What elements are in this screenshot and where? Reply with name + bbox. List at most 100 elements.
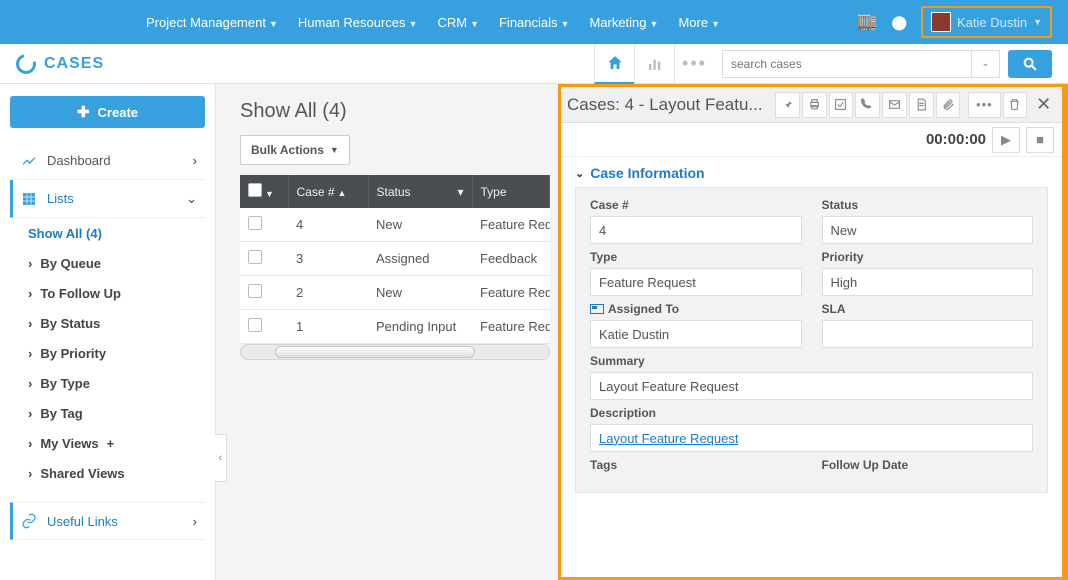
label-summary: Summary — [590, 354, 1033, 368]
sidebar-lists[interactable]: Lists ⌄ — [10, 180, 205, 218]
value-status[interactable]: New — [822, 216, 1034, 244]
value-priority[interactable]: High — [822, 268, 1034, 296]
detail-pane: Cases: 4 - Layout Featu... ••• ✕ 00:00:0… — [558, 84, 1068, 580]
bulk-actions-button[interactable]: Bulk Actions ▼ — [240, 135, 350, 165]
sidebar-shared-views[interactable]: ›Shared Views — [20, 458, 205, 488]
col-case[interactable]: Case #▲ — [288, 175, 368, 208]
nav-human-resources[interactable]: Human Resources▼ — [288, 1, 428, 44]
timer-play-button[interactable]: ▶ — [992, 127, 1020, 153]
more-icon[interactable]: ••• — [674, 44, 714, 84]
table-row[interactable]: 2NewFeature Request — [240, 276, 550, 310]
sort-asc-icon: ▲ — [338, 188, 347, 198]
content-area: ‹ Show All (4) Bulk Actions ▼ ▼ Case #▲ … — [216, 84, 1068, 580]
collapse-sidebar-handle[interactable]: ‹ — [215, 434, 227, 482]
col-status[interactable]: Status▾ — [368, 175, 472, 208]
sidebar-dashboard[interactable]: Dashboard › — [10, 142, 205, 180]
caret-down-icon: ▼ — [561, 19, 570, 29]
top-nav: Project Management▼ Human Resources▼ CRM… — [0, 0, 1068, 44]
nav-crm[interactable]: CRM▼ — [427, 1, 489, 44]
caret-down-icon: ▼ — [330, 145, 339, 155]
sidebar-useful-links[interactable]: Useful Links › — [10, 502, 205, 540]
plus-icon: ✚ — [77, 103, 90, 121]
sidebar-by-queue[interactable]: ›By Queue — [20, 248, 205, 278]
scrollbar-thumb[interactable] — [275, 346, 475, 358]
email-icon[interactable] — [882, 92, 907, 118]
select-all-header[interactable]: ▼ — [240, 175, 288, 208]
row-checkbox[interactable] — [248, 216, 262, 230]
sidebar-by-status[interactable]: ›By Status — [20, 308, 205, 338]
user-menu[interactable]: Katie Dustin ▼ — [921, 6, 1052, 38]
table-row[interactable]: 1Pending InputFeature Request — [240, 310, 550, 344]
sidebar-by-priority[interactable]: ›By Priority — [20, 338, 205, 368]
create-button[interactable]: ✚ Create — [10, 96, 205, 128]
phone-icon[interactable] — [855, 92, 880, 118]
share-icon[interactable]: ⬤ — [891, 14, 907, 31]
close-icon[interactable]: ✕ — [1031, 92, 1056, 118]
nav-marketing[interactable]: Marketing▼ — [579, 1, 668, 44]
nav-project-management[interactable]: Project Management▼ — [136, 1, 288, 44]
grid-icon — [21, 191, 37, 207]
plus-icon[interactable]: + — [107, 436, 115, 451]
horizontal-scrollbar[interactable] — [240, 344, 550, 360]
value-type[interactable]: Feature Request — [590, 268, 802, 296]
value-sla[interactable] — [822, 320, 1034, 348]
more-actions-button[interactable]: ••• — [968, 92, 1000, 118]
chevron-down-icon: ⌄ — [575, 167, 584, 180]
label-type: Type — [590, 250, 802, 264]
module-mark-icon — [12, 50, 39, 77]
reports-icon[interactable] — [634, 44, 674, 84]
check-icon[interactable] — [829, 92, 854, 118]
value-assigned[interactable]: Katie Dustin — [590, 320, 802, 348]
module-logo[interactable]: CASES — [16, 54, 104, 74]
col-type[interactable]: Type — [472, 175, 550, 208]
label-tags: Tags — [590, 458, 802, 472]
nav-financials[interactable]: Financials▼ — [489, 1, 579, 44]
row-checkbox[interactable] — [248, 284, 262, 298]
caret-down-icon: ▼ — [650, 19, 659, 29]
delete-icon[interactable] — [1003, 92, 1028, 118]
chevron-right-icon: › — [193, 514, 197, 529]
store-icon[interactable]: 🏬 — [857, 12, 877, 32]
label-sla: SLA — [822, 302, 1034, 316]
table-row[interactable]: 4NewFeature Request — [240, 208, 550, 242]
pin-icon[interactable] — [775, 92, 800, 118]
caret-down-icon: ▼ — [1033, 17, 1042, 27]
nav-more[interactable]: More▼ — [668, 1, 730, 44]
section-case-information[interactable]: ⌄ Case Information — [575, 165, 1048, 181]
contact-icon — [590, 304, 604, 314]
chevron-down-icon: ⌄ — [186, 191, 197, 207]
detail-title: Cases: 4 - Layout Featu... — [567, 95, 773, 115]
table-row[interactable]: 3AssignedFeedback — [240, 242, 550, 276]
row-checkbox[interactable] — [248, 318, 262, 332]
document-icon[interactable] — [909, 92, 934, 118]
label-status: Status — [822, 198, 1034, 212]
label-description: Description — [590, 406, 1033, 420]
sidebar-by-type[interactable]: ›By Type — [20, 368, 205, 398]
search-input[interactable] — [722, 50, 972, 78]
module-title: CASES — [44, 55, 104, 73]
sidebar-my-views[interactable]: ›My Views+ — [20, 428, 205, 458]
home-icon[interactable] — [594, 44, 634, 84]
value-description[interactable]: Layout Feature Request — [590, 424, 1033, 452]
value-summary[interactable]: Layout Feature Request — [590, 372, 1033, 400]
value-case[interactable]: 4 — [590, 216, 802, 244]
search-button[interactable] — [1008, 50, 1052, 78]
user-name: Katie Dustin — [957, 15, 1027, 30]
sidebar-by-tag[interactable]: ›By Tag — [20, 398, 205, 428]
label-assigned: Assigned To — [590, 302, 802, 316]
row-checkbox[interactable] — [248, 250, 262, 264]
attachment-icon[interactable] — [936, 92, 961, 118]
link-icon — [21, 513, 37, 529]
chevron-right-icon: › — [193, 153, 197, 168]
caret-down-icon: ▼ — [265, 189, 274, 199]
timer-stop-button[interactable]: ■ — [1026, 127, 1054, 153]
sidebar-to-follow-up[interactable]: ›To Follow Up — [20, 278, 205, 308]
detail-header: Cases: 4 - Layout Featu... ••• ✕ — [561, 87, 1062, 123]
timer-value: 00:00:00 — [926, 131, 986, 148]
sidebar: ✚ Create Dashboard › Lists ⌄ Show All (4… — [0, 84, 216, 580]
create-label: Create — [98, 105, 138, 120]
search-dropdown[interactable]: ⌄ — [972, 50, 1000, 78]
print-icon[interactable] — [802, 92, 827, 118]
list-title: Show All (4) — [240, 100, 546, 123]
sidebar-show-all[interactable]: Show All (4) — [20, 218, 205, 248]
